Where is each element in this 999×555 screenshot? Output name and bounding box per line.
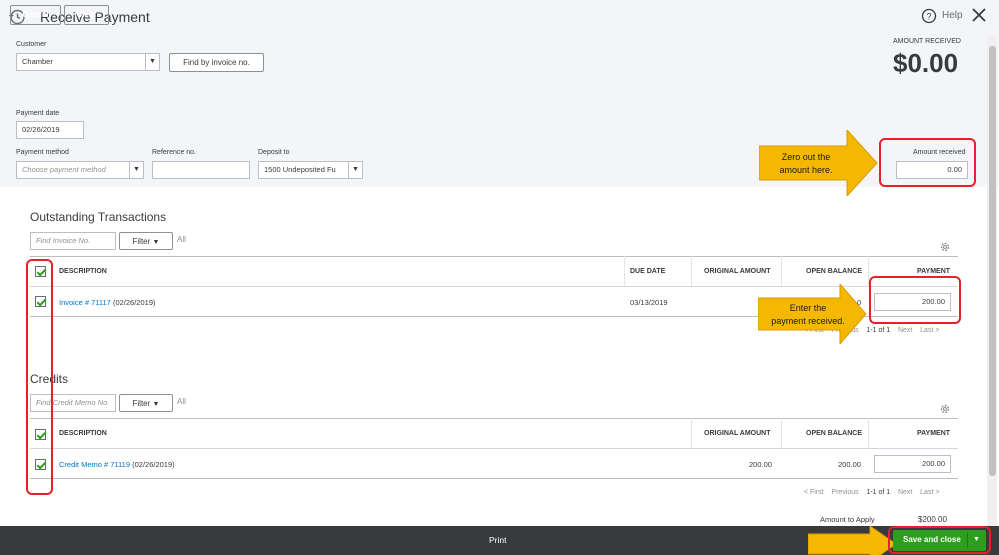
- gear-icon[interactable]: [939, 241, 951, 253]
- chevron-down-icon[interactable]: ▼: [129, 162, 143, 178]
- callout-arrow-zero-out: [759, 130, 878, 196]
- credits-header-bottom: [30, 448, 958, 449]
- pager-range: 1-1 of 1: [866, 489, 891, 496]
- credits-pager: < First Previous 1-1 of 1 Next Last >: [804, 489, 939, 496]
- highlight-invoice-payment: [869, 276, 961, 324]
- chevron-down-icon[interactable]: ▼: [348, 162, 362, 178]
- invoice-description: Invoice # 71117 (02/26/2019): [59, 298, 156, 307]
- col-divider: [781, 256, 782, 286]
- credit-description: Credit Memo # 71119 (02/26/2019): [59, 460, 175, 469]
- outstanding-all-label: All: [177, 235, 186, 244]
- outstanding-col-original-amount: ORIGINAL AMOUNT: [704, 268, 771, 275]
- caret-down-icon: ▼: [152, 401, 160, 408]
- outstanding-title: Outstanding Transactions: [30, 210, 167, 224]
- outstanding-header-top: [30, 256, 958, 257]
- invoice-link[interactable]: Invoice # 71117: [59, 298, 111, 307]
- customer-value: Chamber: [22, 57, 53, 66]
- highlight-amount-received: [879, 138, 976, 187]
- svg-text:?: ?: [926, 12, 931, 22]
- payment-method-placeholder: Choose payment method: [22, 165, 106, 174]
- credits-col-open-balance: OPEN BALANCE: [806, 430, 863, 437]
- payment-method-select[interactable]: Choose payment method ▼: [16, 161, 144, 179]
- find-by-invoice-button[interactable]: Find by invoice no.: [169, 53, 264, 72]
- payment-date-input[interactable]: 02/26/2019: [16, 121, 84, 139]
- chevron-down-icon[interactable]: ▼: [145, 54, 159, 70]
- outstanding-col-due-date: DUE DATE: [630, 268, 666, 275]
- callout-zero-out-line1: Zero out the: [781, 152, 831, 162]
- credit-original-amount: 200.00: [749, 460, 772, 469]
- callout-arrow-save: [808, 526, 897, 555]
- pager-range: 1-1 of 1: [866, 327, 891, 334]
- close-icon[interactable]: [971, 7, 987, 23]
- help-icon[interactable]: ?: [921, 8, 937, 24]
- clear-button[interactable]: Clear: [64, 5, 109, 25]
- credits-row-bottom: [30, 478, 958, 479]
- deposit-to-select[interactable]: 1500 Undeposited Fu ▼: [258, 161, 363, 179]
- col-divider: [624, 256, 625, 286]
- invoice-due-date: 03/13/2019: [630, 298, 668, 307]
- reference-label: Reference no.: [152, 149, 196, 156]
- scrollbar-thumb[interactable]: [989, 46, 996, 476]
- credits-filter-button[interactable]: Filter ▼: [119, 394, 173, 412]
- payment-method-label: Payment method: [16, 149, 69, 156]
- callout-zero-out-line2: amount here.: [779, 165, 833, 175]
- credits-header-top: [30, 418, 958, 419]
- outstanding-col-description: DESCRIPTION: [59, 268, 107, 275]
- print-button[interactable]: Print: [489, 535, 506, 545]
- credits-all-label: All: [177, 397, 186, 406]
- deposit-to-value: 1500 Undeposited Fu: [264, 165, 336, 174]
- outstanding-col-open-balance: OPEN BALANCE: [806, 268, 863, 275]
- credits-col-payment: PAYMENT: [917, 430, 951, 437]
- cancel-button[interactable]: Cancel: [10, 5, 61, 25]
- col-divider: [868, 418, 869, 448]
- help-link[interactable]: Help: [942, 10, 963, 21]
- callout-enter-payment-line1: Enter the: [789, 303, 827, 313]
- col-divider: [781, 418, 782, 448]
- outstanding-col-payment: PAYMENT: [917, 268, 951, 275]
- highlight-checkbox-column: [26, 259, 53, 495]
- pager-last[interactable]: Last >: [920, 489, 939, 496]
- invoice-date: (02/26/2019): [112, 298, 156, 307]
- amount-received-header-label: AMOUNT RECEIVED: [893, 38, 961, 45]
- pager-last[interactable]: Last >: [920, 327, 939, 334]
- col-divider: [691, 256, 692, 286]
- gear-icon[interactable]: [939, 403, 951, 415]
- deposit-to-label: Deposit to: [258, 149, 290, 156]
- payment-date-label: Payment date: [16, 110, 60, 117]
- callout-arrow-enter-payment: [758, 284, 867, 344]
- pager-next[interactable]: Next: [898, 489, 912, 496]
- credit-open-balance: 200.00: [838, 460, 861, 469]
- reference-input[interactable]: [152, 161, 250, 179]
- credits-col-description: DESCRIPTION: [59, 430, 107, 437]
- amount-to-apply-value: $200.00: [918, 515, 947, 524]
- amount-received-total: $0.00: [893, 48, 959, 78]
- outstanding-filter-button[interactable]: Filter ▼: [119, 232, 173, 250]
- caret-down-icon: ▼: [152, 239, 160, 246]
- pager-next[interactable]: Next: [898, 327, 912, 334]
- credits-col-original-amount: ORIGINAL AMOUNT: [704, 430, 771, 437]
- credit-memo-date: (02/26/2019): [132, 460, 175, 469]
- customer-select[interactable]: Chamber ▼: [16, 53, 160, 71]
- filter-label: Filter: [132, 237, 151, 246]
- filter-label: Filter: [132, 399, 151, 408]
- highlight-save-and-close: [888, 526, 991, 554]
- find-invoice-input[interactable]: Find Invoice No.: [30, 232, 116, 250]
- credit-memo-link[interactable]: Credit Memo # 71119: [59, 460, 130, 469]
- col-divider: [691, 418, 692, 448]
- customer-label: Customer: [16, 41, 47, 48]
- callout-enter-payment-line2: payment received.: [771, 316, 845, 326]
- amount-to-apply-label: Amount to Apply: [820, 515, 875, 524]
- pager-first[interactable]: < First: [804, 489, 824, 496]
- credit-payment-input[interactable]: 200.00: [874, 455, 951, 473]
- pager-previous[interactable]: Previous: [831, 489, 858, 496]
